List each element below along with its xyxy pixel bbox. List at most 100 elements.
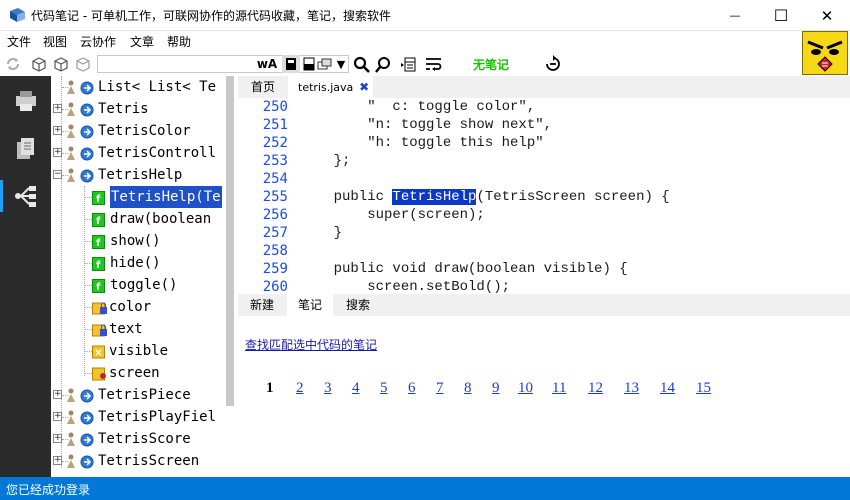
search-next-icon[interactable] xyxy=(374,55,392,73)
code-text: public xyxy=(300,189,393,205)
menu-file[interactable]: 文件 xyxy=(7,33,31,50)
menu-article[interactable]: 文章 xyxy=(130,33,154,50)
tree-node[interactable]: + TetrisPiece xyxy=(51,384,238,406)
line-number: 259 xyxy=(262,261,288,277)
tree-node[interactable]: color xyxy=(51,296,238,318)
font-size-button[interactable]: wA xyxy=(254,55,280,73)
link-sync-icon[interactable] xyxy=(544,55,562,73)
tab-label: tetris.java xyxy=(298,81,354,94)
menu-help[interactable]: 帮助 xyxy=(167,33,191,50)
box-open-icon[interactable] xyxy=(52,55,70,73)
page-link[interactable]: 9 xyxy=(492,380,500,397)
line-number: 255 xyxy=(262,189,288,205)
sync-icon[interactable] xyxy=(4,55,22,73)
svg-text:f: f xyxy=(96,238,101,249)
notes-tab-strip: 新建 笔记 搜索 xyxy=(238,294,850,316)
tree-node[interactable]: + Tetris xyxy=(51,98,238,120)
user-avatar[interactable] xyxy=(802,31,848,75)
expand-icon[interactable]: + xyxy=(53,104,62,113)
line-number: 252 xyxy=(262,135,288,151)
minimize-icon: — xyxy=(729,9,741,22)
box-icon[interactable] xyxy=(30,55,48,73)
search-icon[interactable] xyxy=(352,55,370,73)
page-link[interactable]: 5 xyxy=(380,380,388,397)
expand-icon[interactable]: + xyxy=(53,148,62,157)
tree-node[interactable]: f hide() xyxy=(51,252,238,274)
tab-search[interactable]: 搜索 xyxy=(335,294,381,316)
tree-node[interactable]: + TetrisPlayFiel xyxy=(51,406,238,428)
page-link[interactable]: 4 xyxy=(352,380,360,397)
tab-notes[interactable]: 笔记 xyxy=(287,294,334,316)
app-logo-icon xyxy=(10,8,25,22)
line-number: 260 xyxy=(262,279,288,294)
printer-icon[interactable] xyxy=(13,88,39,114)
format-block-icon[interactable] xyxy=(282,55,300,73)
tree-node[interactable]: f draw(boolean xyxy=(51,208,238,230)
tree-node[interactable]: visible xyxy=(51,340,238,362)
tree-node[interactable]: + TetrisScore xyxy=(51,428,238,450)
tree-node[interactable]: + TetrisScreen xyxy=(51,450,238,472)
maximize-button[interactable]: ☐ xyxy=(758,0,804,31)
tree-node-label: TetrisScore xyxy=(98,431,191,447)
tree-scrollbar[interactable] xyxy=(226,76,234,406)
expand-icon[interactable]: + xyxy=(53,126,62,135)
page-current: 1 xyxy=(266,380,274,396)
tree-node[interactable]: f toggle() xyxy=(51,274,238,296)
close-icon: ✕ xyxy=(820,6,834,25)
minimize-button[interactable]: — xyxy=(712,0,758,31)
page-link[interactable]: 3 xyxy=(324,380,332,397)
dropdown-arrow-icon[interactable]: ▼ xyxy=(332,55,350,73)
code-editor[interactable]: 250 251 252 253 254 255 256 257 258 259 260 " c: t… xyxy=(238,98,850,294)
word-wrap-icon[interactable] xyxy=(425,55,443,73)
tab-new-note[interactable]: 新建 xyxy=(239,294,285,316)
expand-icon[interactable]: + xyxy=(53,456,62,465)
expand-icon[interactable]: + xyxy=(53,390,62,399)
tree-node-label: visible xyxy=(109,343,169,359)
tree-guide-line xyxy=(84,307,92,308)
tree-node[interactable]: + TetrisColor xyxy=(51,120,238,142)
expand-icon[interactable]: + xyxy=(53,412,62,421)
find-matching-notes-link[interactable]: 查找匹配选中代码的笔记 xyxy=(245,336,377,353)
box-add-icon[interactable] xyxy=(74,55,92,73)
status-bar: 您已经成功登录 xyxy=(0,477,850,500)
page-link[interactable]: 7 xyxy=(436,380,444,397)
tab-close-icon[interactable]: ✖ xyxy=(359,80,369,94)
tree-node[interactable]: text xyxy=(51,318,238,340)
tab-tetris-java[interactable]: tetris.java ✖ xyxy=(288,76,374,98)
code-line: "n: toggle show next", xyxy=(300,117,553,133)
page-link[interactable]: 14 xyxy=(660,380,675,397)
page-link[interactable]: 11 xyxy=(552,380,566,397)
tree-node[interactable]: + TetrisControll xyxy=(51,142,238,164)
page-link[interactable]: 10 xyxy=(518,380,533,397)
documents-icon[interactable] xyxy=(13,136,39,162)
tree-node-label: toggle() xyxy=(110,277,178,293)
tab-home[interactable]: 首页 xyxy=(241,76,285,98)
svg-text:f: f xyxy=(96,216,101,227)
page-link[interactable]: 15 xyxy=(696,380,711,397)
title-bar: 代码笔记 - 可单机工作，可联网协作的源代码收藏，笔记，搜索软件 — ☐ ✕ xyxy=(0,0,850,31)
page-link[interactable]: 13 xyxy=(624,380,639,397)
tree-node[interactable]: List< List< Te xyxy=(51,76,238,98)
menu-view[interactable]: 视图 xyxy=(43,33,67,50)
tree-node-label: TetrisPiece xyxy=(98,387,191,403)
line-number: 258 xyxy=(262,243,288,259)
maximize-icon: ☐ xyxy=(773,6,789,25)
page-link[interactable]: 6 xyxy=(408,380,416,397)
line-number: 251 xyxy=(262,117,288,133)
print-icon[interactable] xyxy=(400,55,418,73)
page-link[interactable]: 12 xyxy=(588,380,603,397)
line-number: 257 xyxy=(262,225,288,241)
tree-node[interactable]: screen xyxy=(51,362,238,384)
page-link[interactable]: 8 xyxy=(464,380,472,397)
collapse-icon[interactable]: − xyxy=(53,170,62,179)
code-line: "h: toggle this help" xyxy=(300,135,544,151)
menu-cloud-collab[interactable]: 云协作 xyxy=(80,33,116,50)
tree-node[interactable]: f TetrisHelp(Te xyxy=(51,186,238,208)
page-link[interactable]: 2 xyxy=(296,380,304,397)
expand-icon[interactable]: + xyxy=(53,434,62,443)
tree-node[interactable]: − TetrisHelp xyxy=(51,164,238,186)
tree-node[interactable]: f show() xyxy=(51,230,238,252)
hierarchy-icon[interactable] xyxy=(13,183,39,209)
close-window-button[interactable]: ✕ xyxy=(804,0,850,31)
class-icon xyxy=(80,454,94,476)
